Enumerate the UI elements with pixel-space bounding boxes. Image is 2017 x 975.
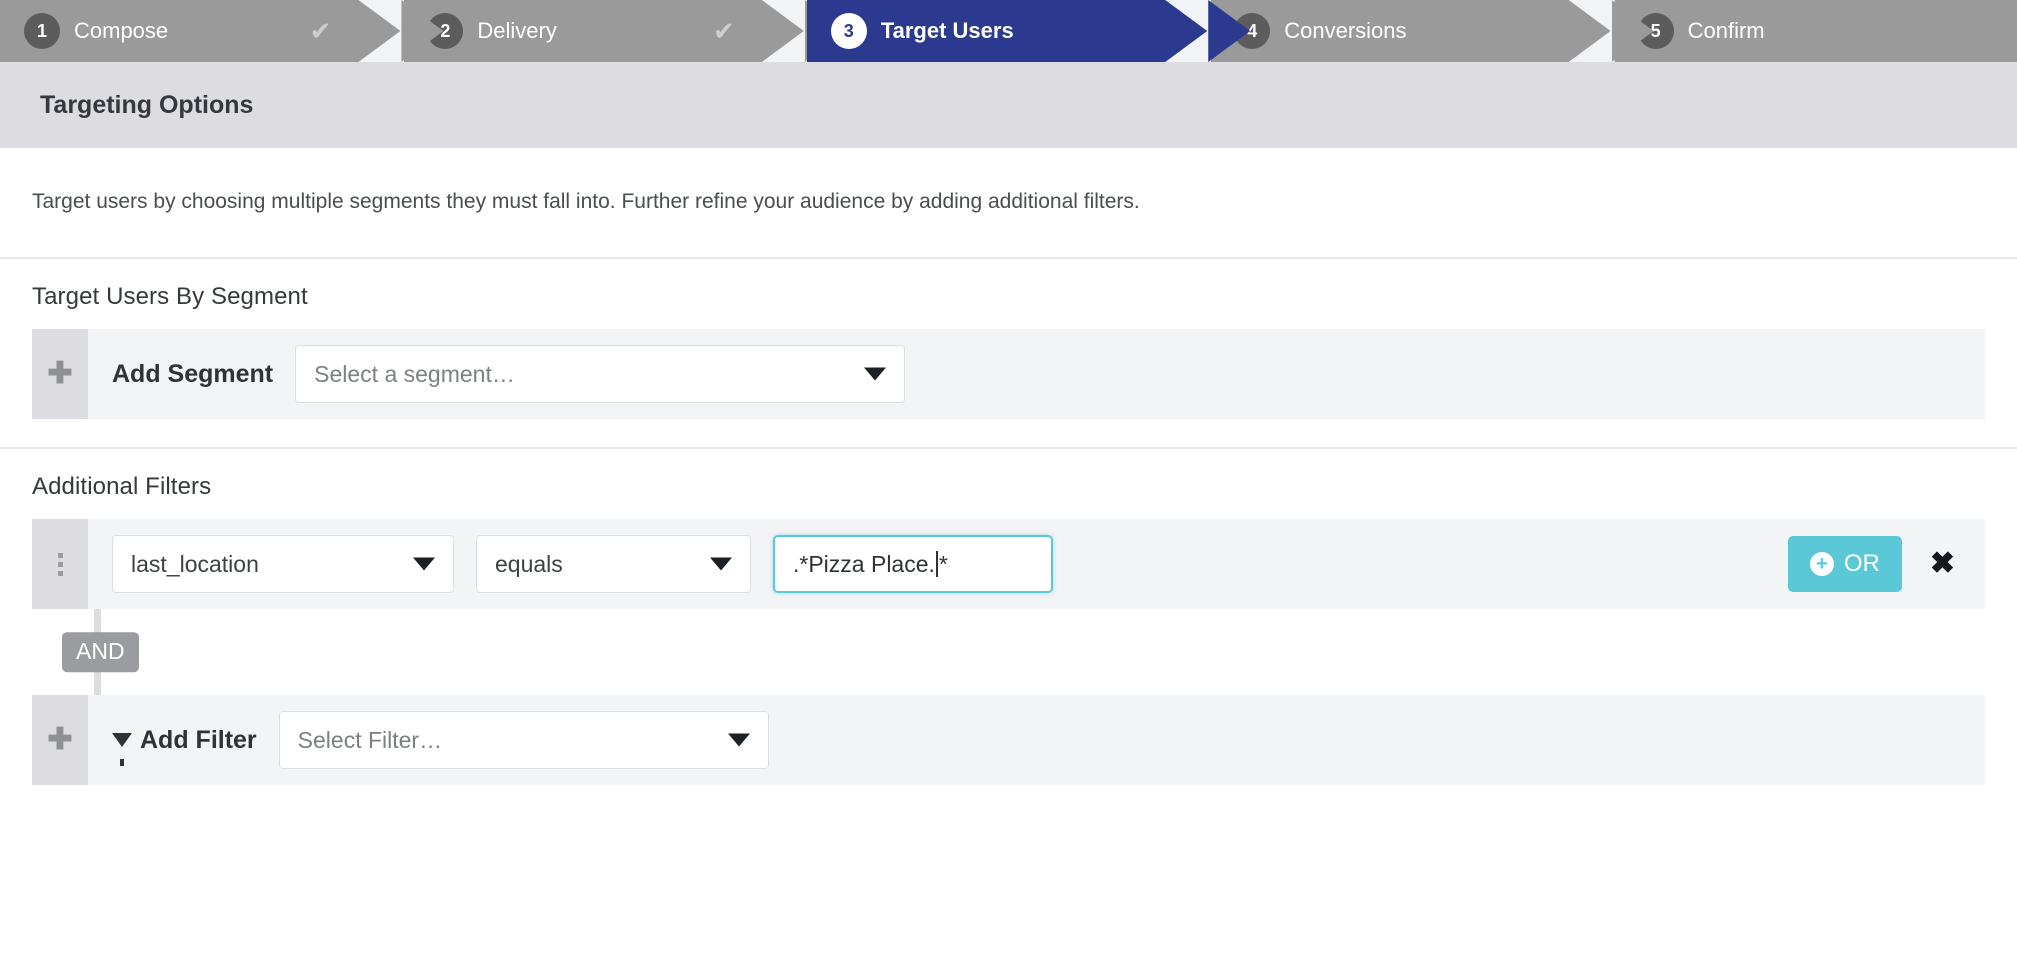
filter-row: last_location equals .*Pizza Place. * + O… xyxy=(32,519,1985,610)
drag-handle-icon[interactable] xyxy=(32,519,88,610)
step-label: Compose xyxy=(74,18,169,43)
segment-select-value: Select a segment… xyxy=(314,360,515,387)
segment-select[interactable]: Select a segment… xyxy=(295,345,906,404)
check-icon: ✔ xyxy=(713,16,735,46)
plus-icon[interactable]: ✚ xyxy=(32,329,88,420)
add-filter-label: Add Filter xyxy=(112,725,257,767)
chevron-down-icon xyxy=(710,557,732,571)
add-filter-row: ✚ Add Filter Select Filter… xyxy=(32,695,1985,786)
wizard-steps: 1 Compose ✔ 2 Delivery ✔ 3 Target Users … xyxy=(0,0,2017,62)
panel-header: Targeting Options xyxy=(0,62,2017,148)
add-segment-label: Add Segment xyxy=(112,359,274,388)
check-icon: ✔ xyxy=(309,16,332,46)
and-badge[interactable]: AND xyxy=(62,632,139,673)
filter-row-body: last_location equals .*Pizza Place. * + O… xyxy=(88,519,1985,609)
remove-filter-button[interactable]: ✖ xyxy=(1924,545,1961,583)
chevron-down-icon xyxy=(413,557,435,571)
chevron-down-icon xyxy=(727,733,750,747)
wizard-step-target-users[interactable]: 3 Target Users xyxy=(806,0,1211,62)
and-connector: AND xyxy=(32,609,1985,696)
filter-value-input[interactable]: .*Pizza Place. * xyxy=(773,535,1053,594)
step-label: Conversions xyxy=(1284,18,1407,43)
step-label: Target Users xyxy=(880,18,1014,43)
plus-icon[interactable]: ✚ xyxy=(32,695,88,786)
wizard-step-confirm[interactable]: 5 Confirm xyxy=(1613,0,2017,62)
add-filter-label-text: Add Filter xyxy=(140,725,257,754)
or-button-label: OR xyxy=(1843,550,1880,578)
chevron-down-icon xyxy=(864,367,887,381)
add-or-condition-button[interactable]: + OR xyxy=(1787,536,1902,593)
plus-circle-icon: + xyxy=(1809,552,1834,577)
target-users-by-segment-section: Target Users By Segment ✚ Add Segment Se… xyxy=(0,259,2017,450)
filter-value-text-tail: * xyxy=(938,550,948,577)
filters-section-title: Additional Filters xyxy=(32,473,212,501)
filter-operator-value: equals xyxy=(495,550,563,577)
filter-attribute-value: last_location xyxy=(131,550,259,577)
page-title: Targeting Options xyxy=(40,90,254,119)
funnel-icon xyxy=(112,733,132,767)
add-segment-row-body: Add Segment Select a segment… xyxy=(88,329,1985,419)
filter-type-value: Select Filter… xyxy=(297,726,443,753)
wizard-step-delivery[interactable]: 2 Delivery ✔ xyxy=(403,0,807,62)
filter-value-text: .*Pizza Place. xyxy=(793,550,935,577)
add-filter-row-body: Add Filter Select Filter… xyxy=(88,695,1985,785)
add-segment-row: ✚ Add Segment Select a segment… xyxy=(32,329,1985,420)
description-text: Target users by choosing multiple segmen… xyxy=(32,190,1140,213)
filter-operator-select[interactable]: equals xyxy=(476,535,751,594)
step-number: 1 xyxy=(24,13,60,49)
wizard-step-conversions[interactable]: 4 Conversions xyxy=(1210,0,1614,62)
step-label: Confirm xyxy=(1687,18,1765,43)
filter-type-select[interactable]: Select Filter… xyxy=(278,711,769,770)
segment-section-title: Target Users By Segment xyxy=(32,283,308,311)
text-cursor xyxy=(935,551,938,578)
wizard-step-compose[interactable]: 1 Compose ✔ xyxy=(0,0,404,62)
description-block: Target users by choosing multiple segmen… xyxy=(0,148,2017,260)
step-number: 3 xyxy=(830,13,867,49)
step-label: Delivery xyxy=(477,18,557,43)
drag-handle-dots xyxy=(57,552,63,576)
filter-attribute-select[interactable]: last_location xyxy=(112,535,454,594)
additional-filters-section: Additional Filters last_location equals … xyxy=(0,449,2017,786)
